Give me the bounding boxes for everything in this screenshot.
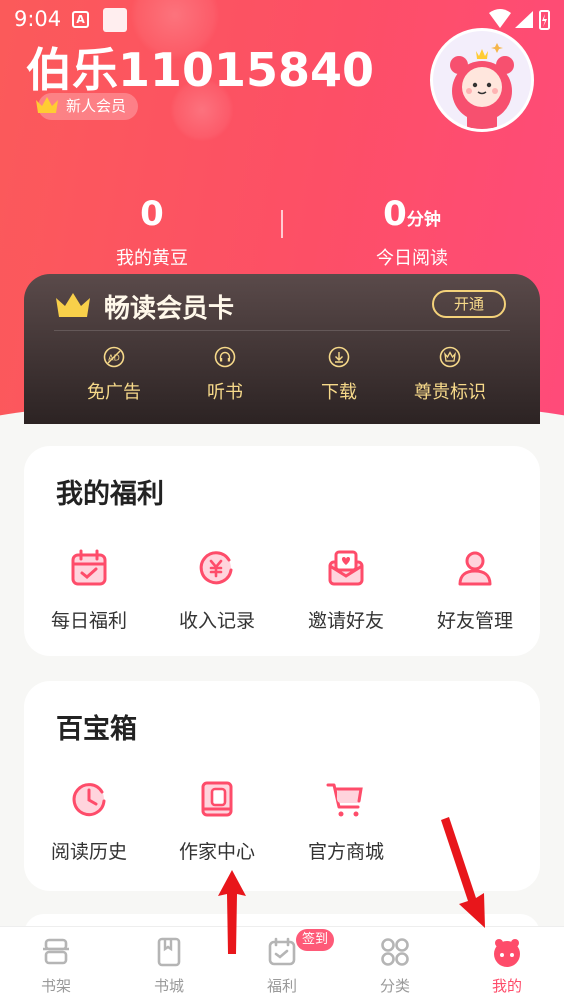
- vip-card-title: 畅读会员卡: [104, 294, 235, 324]
- crown-icon: [56, 293, 90, 317]
- welfare-item-invite[interactable]: 邀请好友: [281, 546, 411, 633]
- vip-feature-listen[interactable]: 听书: [170, 346, 280, 404]
- grid-icon: [381, 938, 409, 966]
- avatar-bear-icon: [433, 31, 531, 129]
- download-icon: [328, 346, 350, 368]
- toolbox-item-author[interactable]: 作家中心: [152, 777, 282, 864]
- welfare-panel: 我的福利 每日福利 收入记录 邀请好友 好友管理: [24, 446, 540, 656]
- welfare-item-daily[interactable]: 每日福利: [24, 546, 154, 633]
- stat-label: 我的黄豆: [116, 248, 188, 269]
- avatar[interactable]: [430, 28, 534, 132]
- vip-feature-download[interactable]: 下载: [284, 346, 394, 404]
- annotation-arrow-down: [441, 817, 485, 928]
- book-icon: [157, 937, 181, 967]
- welfare-item-label: 每日福利: [50, 610, 127, 632]
- vip-feature-label: 免广告: [87, 382, 141, 403]
- stat-divider: [281, 210, 283, 238]
- bottom-tab-bar: 书架 书城 福利 分类 我的: [0, 926, 564, 1004]
- toolbox-item-label: 作家中心: [178, 841, 255, 863]
- status-time: 9:04: [14, 7, 62, 31]
- stat-value: 0: [140, 194, 164, 234]
- vip-feature-label: 下载: [321, 382, 357, 403]
- vip-divider: [54, 330, 510, 331]
- crown-icon: [36, 97, 58, 113]
- vip-feature-badge[interactable]: 尊贵标识: [395, 346, 505, 404]
- status-a-icon: A: [72, 11, 89, 28]
- mine-face-icon: [494, 939, 520, 967]
- cart-icon: [326, 783, 363, 817]
- welfare-item-label: 好友管理: [436, 610, 513, 632]
- status-app-icon: [103, 8, 127, 32]
- welfare-item-label: 邀请好友: [307, 610, 384, 632]
- tab-label: 书城: [153, 977, 184, 995]
- tab-bookstore[interactable]: 书城: [119, 935, 219, 996]
- vip-card[interactable]: 畅读会员卡 开通 AD 免广告 听书 下载 尊贵标识: [24, 274, 540, 424]
- book-pen-icon: [201, 781, 233, 817]
- stat-beans[interactable]: 0 我的黄豆: [92, 194, 212, 270]
- vip-feature-no-ad[interactable]: AD 免广告: [59, 346, 169, 404]
- stat-reading-time[interactable]: 0分钟 今日阅读: [350, 194, 474, 270]
- toolbox-item-label: 阅读历史: [50, 841, 127, 863]
- tab-label: 分类: [379, 977, 410, 995]
- member-badge[interactable]: 新人会员: [36, 93, 139, 120]
- invite-mail-icon: [328, 550, 364, 586]
- tab-label: 书架: [40, 977, 71, 995]
- tab-bookshelf[interactable]: 书架: [6, 935, 106, 996]
- vip-open-button[interactable]: 开通: [432, 290, 506, 318]
- tab-label: 我的: [491, 977, 522, 995]
- toolbox-item-mall[interactable]: 官方商城: [281, 777, 411, 864]
- welfare-item-income[interactable]: 收入记录: [152, 546, 282, 633]
- tab-label: 福利: [266, 977, 297, 995]
- crown-icon: [439, 346, 461, 368]
- stat-label: 今日阅读: [376, 248, 448, 269]
- toolbox-item-label: 官方商城: [307, 841, 384, 863]
- calendar-icon: [268, 937, 296, 966]
- sign-in-badge: 签到: [296, 929, 334, 951]
- welfare-item-label: 收入记录: [178, 610, 255, 632]
- bookshelf-icon: [43, 938, 69, 965]
- headphones-icon: [214, 346, 236, 368]
- annotation-arrow-up: [218, 870, 246, 954]
- calendar-check-icon: [71, 549, 107, 586]
- vip-feature-label: 听书: [207, 382, 243, 403]
- stat-unit: 分钟: [406, 210, 441, 230]
- stat-value: 0: [383, 194, 407, 234]
- person-icon: [458, 551, 492, 586]
- vip-feature-label: 尊贵标识: [414, 382, 486, 403]
- member-badge-label: 新人会员: [66, 97, 127, 115]
- yen-coin-icon: [199, 551, 233, 585]
- welfare-item-friends[interactable]: 好友管理: [410, 546, 540, 633]
- tab-category[interactable]: 分类: [345, 935, 445, 996]
- tab-mine[interactable]: 我的: [457, 935, 557, 996]
- welfare-title: 我的福利: [56, 479, 164, 510]
- wifi-signal-battery-icon: [489, 9, 550, 30]
- username[interactable]: 伯乐11015840: [26, 34, 374, 100]
- toolbox-item-history[interactable]: 阅读历史: [24, 777, 154, 864]
- toolbox-title: 百宝箱: [56, 714, 137, 745]
- clock-icon: [72, 783, 106, 817]
- no-ad-icon: AD: [103, 346, 125, 368]
